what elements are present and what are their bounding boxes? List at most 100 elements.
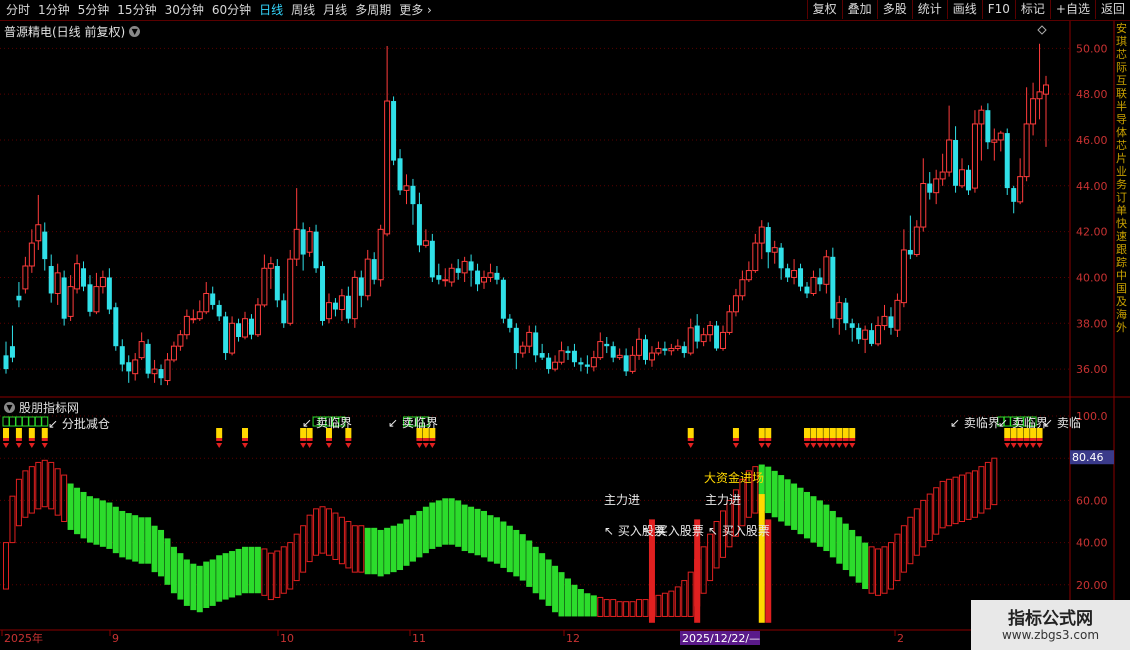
candle-body [313, 231, 319, 269]
indicator-bar [435, 500, 442, 547]
tab-period-5[interactable]: 60分钟 [208, 0, 255, 20]
indicator-bar [196, 565, 203, 613]
toolbar-button-7[interactable]: +自选 [1049, 0, 1095, 19]
candle-body [54, 272, 61, 294]
candle-body [28, 242, 35, 267]
signal-marker [849, 438, 856, 441]
signal-marker [810, 438, 817, 441]
tab-period-7[interactable]: 周线 [287, 0, 319, 20]
toolbar-button-4[interactable]: 画线 [946, 0, 982, 19]
signal-arrow-icon [325, 443, 332, 448]
watermark: 指标公式网 www.zbgs3.com [971, 600, 1130, 650]
candle-body [248, 318, 254, 335]
toolbar-button-0[interactable]: 复权 [806, 0, 842, 19]
candle-body [132, 359, 139, 375]
candle-body [397, 158, 403, 191]
signal-marker [803, 428, 810, 438]
kline-chart[interactable]: 50.00 48.00 46.00 44.00 42.00 40.00 38.00 36.00… [0, 21, 1130, 650]
candle-body [662, 348, 668, 351]
toolbar-button-1[interactable]: 叠加 [841, 0, 877, 19]
candle-body [475, 270, 481, 285]
candle-body [836, 302, 843, 320]
indicator-bar [816, 500, 823, 547]
candle-body [985, 110, 991, 143]
candle-body [971, 123, 978, 189]
signal-marker [732, 438, 739, 441]
indicator-bar [235, 548, 242, 596]
indicator-bar [564, 578, 571, 617]
candle-body [590, 357, 597, 368]
indicator-annotation: ↙ 卖临界 [302, 416, 352, 430]
signal-marker [1036, 438, 1043, 441]
indicator-bar [493, 517, 500, 564]
signal-marker [422, 438, 429, 441]
signal-marker [416, 438, 423, 441]
candle-body [281, 300, 287, 324]
signal-arrow-icon [765, 443, 772, 448]
candle-body [739, 279, 746, 297]
indicator-bar [855, 536, 862, 583]
signal-marker [1017, 438, 1024, 441]
candle-body [481, 276, 488, 283]
candle-body [804, 286, 810, 294]
tab-period-1[interactable]: 1分钟 [34, 0, 74, 20]
indicator-bar [254, 546, 261, 594]
candle-body [752, 242, 759, 272]
signal-arrow-icon [41, 443, 48, 448]
tab-period-10[interactable]: 更多 › [395, 0, 436, 20]
tab-period-3[interactable]: 15分钟 [113, 0, 160, 20]
signal-marker [765, 428, 772, 438]
tab-period-8[interactable]: 月线 [319, 0, 351, 20]
candle-body [533, 332, 539, 356]
signal-arrow-icon [242, 443, 249, 448]
signal-marker [242, 438, 249, 441]
candle-body [358, 277, 364, 296]
signal-marker [758, 438, 765, 441]
indicator-bar [913, 508, 920, 556]
tab-period-0[interactable]: 分时 [2, 0, 34, 20]
indicator-bar [468, 506, 475, 554]
indicator-bar [933, 487, 940, 535]
indicator-bar [623, 601, 630, 617]
candle-body [164, 359, 171, 382]
candle-body [817, 277, 823, 285]
signal-marker [216, 428, 223, 438]
signal-arrow-icon [345, 443, 352, 448]
toolbar-button-3[interactable]: 统计 [911, 0, 947, 19]
signal-marker [41, 438, 48, 441]
candle-body [997, 132, 1004, 141]
candle-body [526, 331, 533, 347]
signal-arrow-icon [1036, 443, 1043, 448]
indicator-bar [158, 529, 165, 577]
indicator-annotation: 大资金进场 [704, 470, 764, 485]
indicator-bar [67, 483, 74, 530]
indicator-bar [803, 491, 810, 539]
candle-body [442, 279, 449, 282]
tab-period-9[interactable]: 多周期 [351, 0, 395, 20]
tab-period-6[interactable]: 日线 [255, 0, 287, 20]
indicator-bar [99, 500, 106, 547]
price-tick-label: 50.00 [1076, 42, 1108, 55]
candle-body [927, 183, 933, 193]
toolbar-button-6[interactable]: 标记 [1014, 0, 1050, 19]
price-tick-label: 38.00 [1076, 317, 1108, 330]
candle-body [694, 325, 700, 342]
candle-body [643, 339, 649, 360]
price-tick-label: 36.00 [1076, 363, 1108, 376]
tab-period-2[interactable]: 5分钟 [74, 0, 114, 20]
indicator-bar [920, 499, 927, 548]
candle-body [894, 299, 901, 331]
indicator-bar [881, 546, 888, 594]
toolbar-button-2[interactable]: 多股 [876, 0, 912, 19]
tab-period-4[interactable]: 30分钟 [161, 0, 208, 20]
signal-arrow-icon [422, 443, 429, 448]
candle-body [519, 345, 526, 354]
toolbar-button-8[interactable]: 返回 [1094, 0, 1130, 19]
signal-marker [3, 438, 9, 441]
toolbar-button-5[interactable]: F10 [981, 0, 1015, 19]
candle-body [900, 249, 907, 304]
candle-body [597, 341, 604, 359]
candle-body [42, 231, 48, 260]
candle-body [61, 277, 67, 319]
indicator-bar [539, 553, 546, 600]
